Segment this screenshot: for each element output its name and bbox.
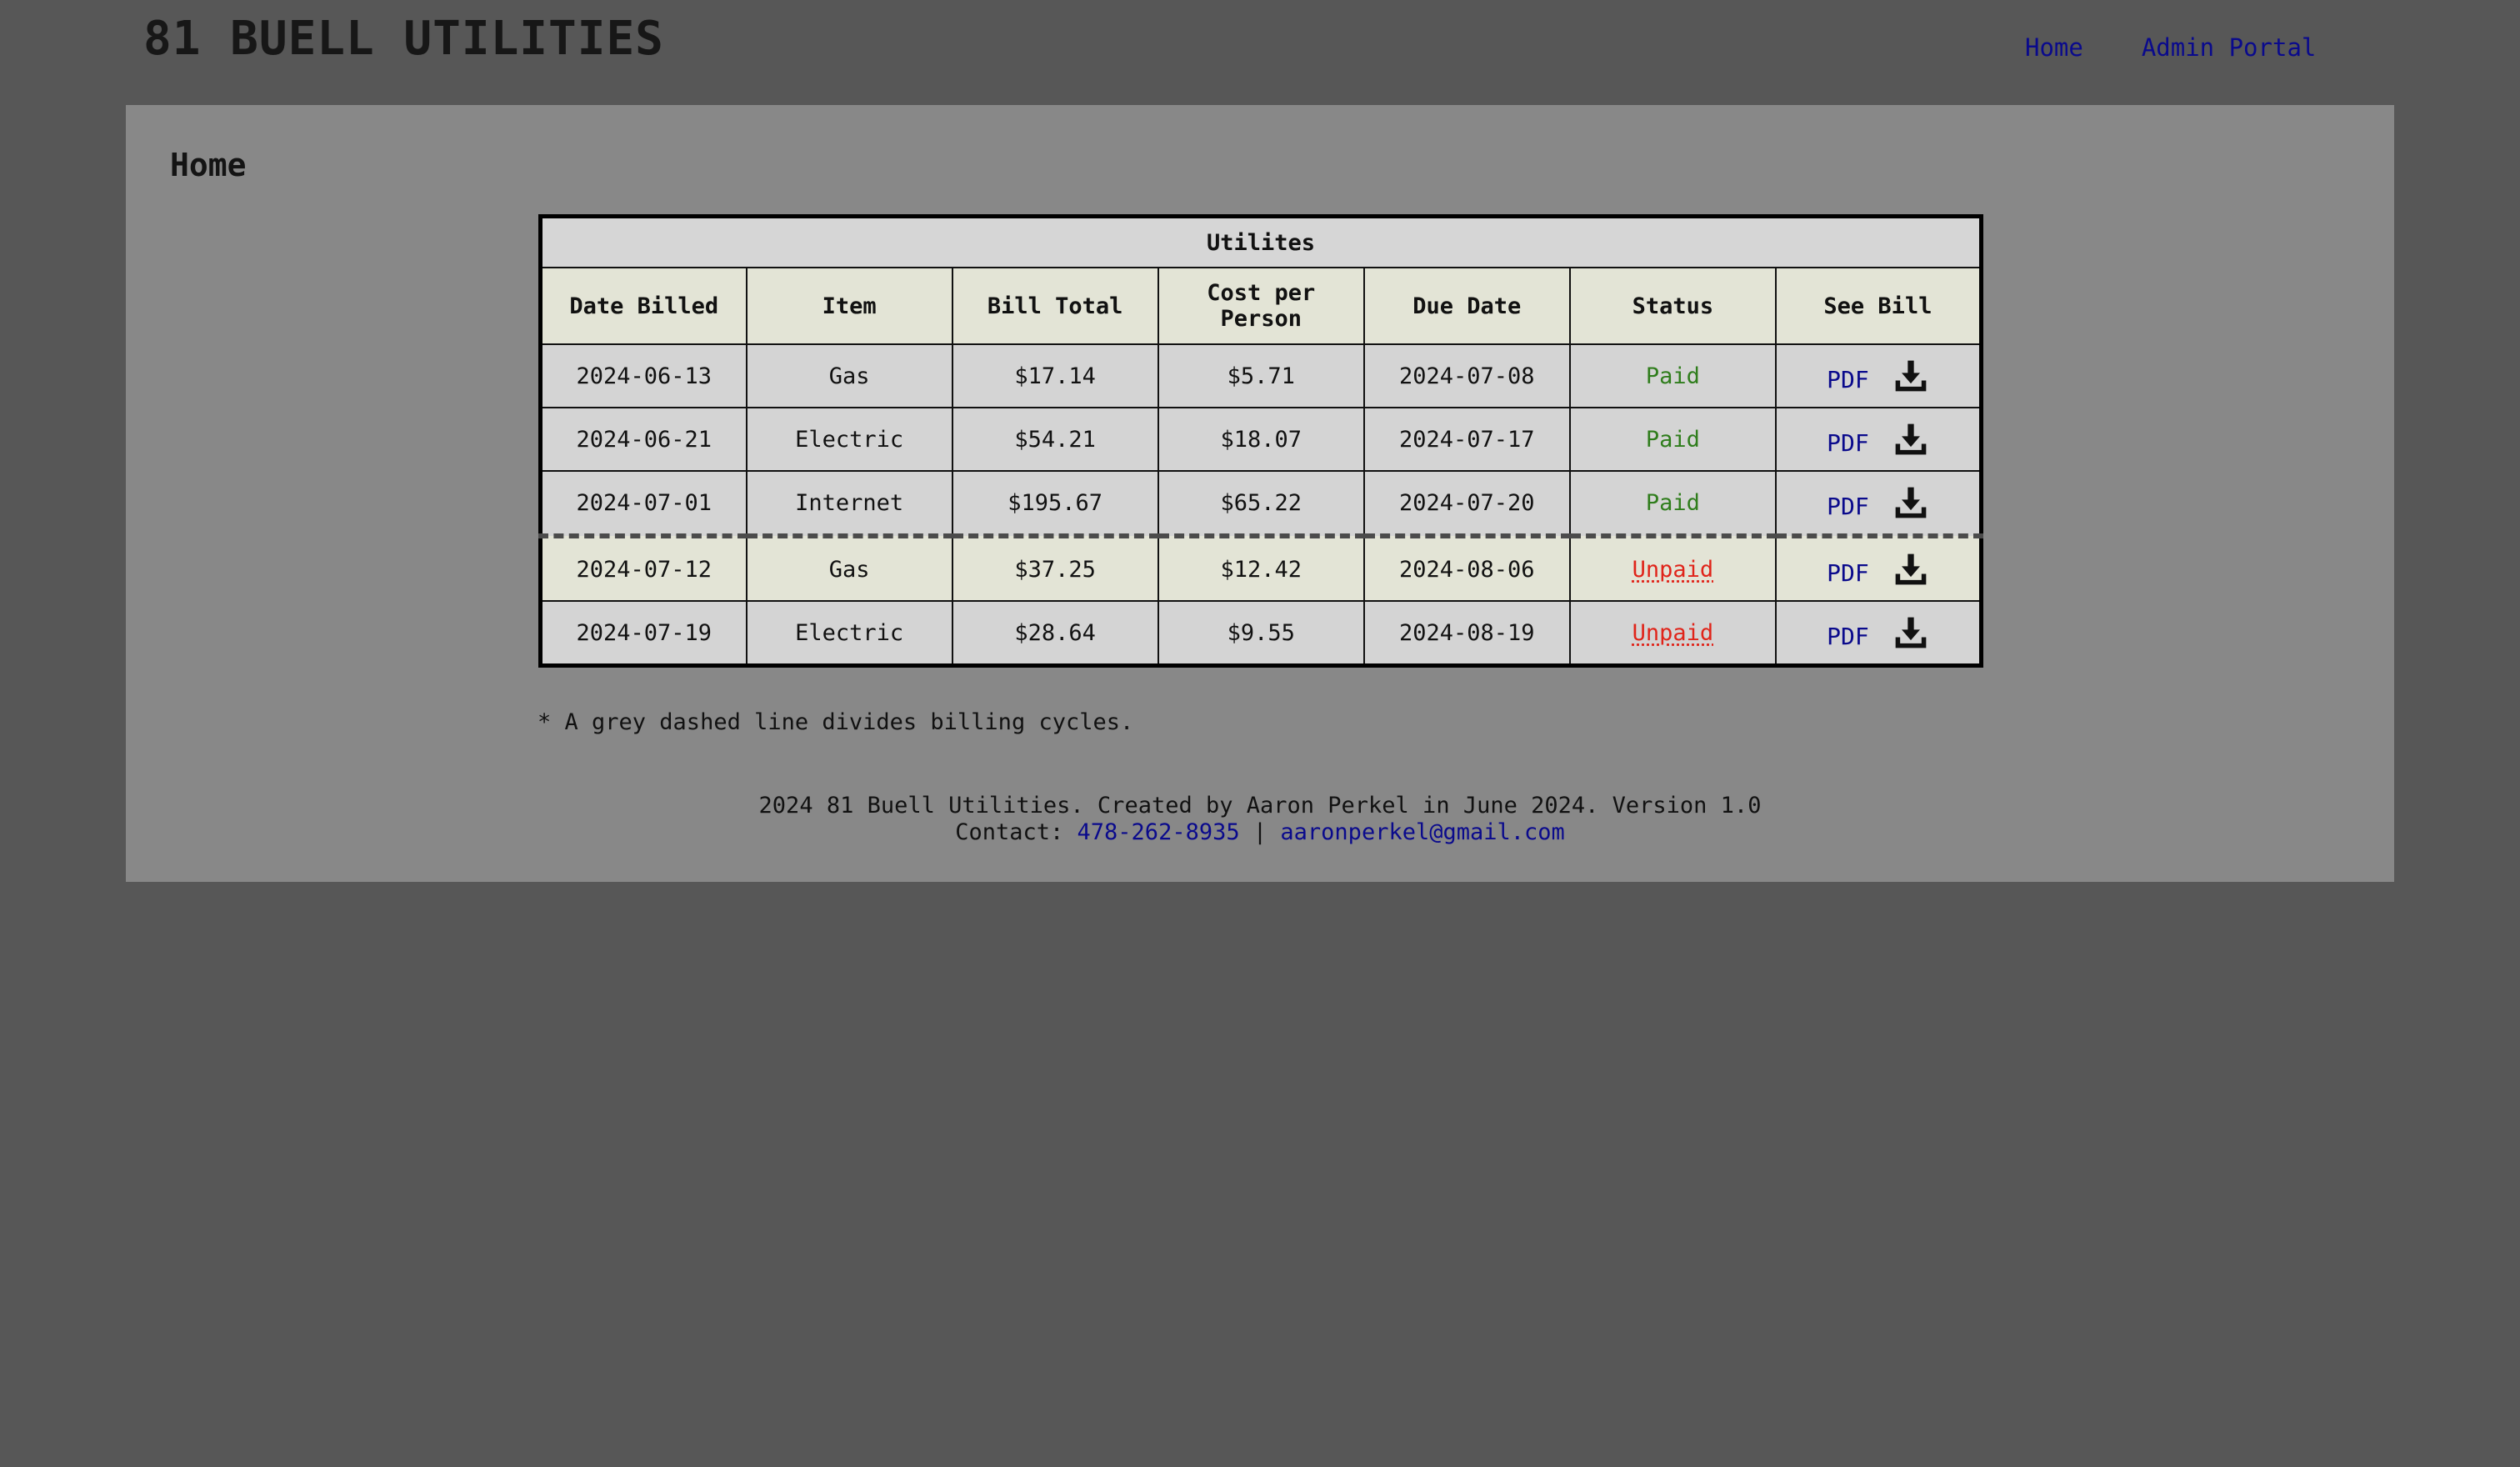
pdf-link[interactable]: PDF	[1827, 623, 1869, 650]
billing-cycle-footnote: * A grey dashed line divides billing cyc…	[538, 709, 1134, 735]
main-nav: Home Admin Portal	[2025, 33, 2316, 62]
due-date-cell: 2024-07-17	[1362, 407, 1571, 472]
bill-total-cell: $54.21	[951, 407, 1159, 472]
item-cell: Electric	[745, 407, 953, 472]
due-date-cell: 2024-08-19	[1362, 600, 1571, 667]
table-caption: Utilites	[539, 215, 1982, 268]
bill-total-cell: $37.25	[951, 533, 1159, 602]
see-bill-cell: PDF	[1774, 533, 1982, 602]
column-header-see-bill: See Bill	[1774, 267, 1982, 345]
date-billed-cell: 2024-07-12	[539, 533, 748, 602]
table-header-row: Date Billed Item Bill Total Cost per Per…	[539, 267, 1982, 345]
due-date-cell: 2024-07-20	[1362, 470, 1571, 537]
column-header-date-billed: Date Billed	[539, 267, 748, 345]
contact-separator: |	[1252, 819, 1268, 845]
cost-per-person-cell: $9.55	[1157, 600, 1365, 667]
unpaid-status: Unpaid	[1632, 619, 1714, 646]
cost-per-person-cell: $12.42	[1157, 533, 1365, 602]
status-cell: Paid	[1568, 407, 1777, 472]
status-cell: Paid	[1568, 343, 1777, 408]
status-cell: Unpaid	[1568, 533, 1777, 602]
phone-link[interactable]: 478-262-8935	[1078, 819, 1240, 845]
download-icon[interactable]	[1892, 358, 1929, 394]
column-header-bill-total: Bill Total	[951, 267, 1159, 345]
bill-total-cell: $17.14	[951, 343, 1159, 408]
bill-total-cell: $195.67	[951, 470, 1159, 537]
footer-contact: Contact: 478-262-8935 | aaronperkel@gmai…	[126, 819, 2394, 846]
pdf-link[interactable]: PDF	[1827, 493, 1869, 520]
nav-home-link[interactable]: Home	[2025, 33, 2083, 62]
item-cell: Electric	[745, 600, 953, 667]
due-date-cell: 2024-07-08	[1362, 343, 1571, 408]
footer: 2024 81 Buell Utilities. Created by Aaro…	[126, 793, 2394, 846]
main-panel: Home Utilites Date Billed Item Bill Tota…	[126, 105, 2394, 882]
status-cell: Paid	[1568, 470, 1777, 537]
pdf-link[interactable]: PDF	[1827, 429, 1869, 457]
due-date-cell: 2024-08-06	[1362, 533, 1571, 602]
utilities-table: Utilites Date Billed Item Bill Total Cos…	[538, 214, 1983, 668]
pdf-link[interactable]: PDF	[1827, 366, 1869, 393]
table-row: 2024-07-01 Internet $195.67 $65.22 2024-…	[539, 470, 1982, 537]
date-billed-cell: 2024-06-13	[539, 343, 748, 408]
item-cell: Internet	[745, 470, 953, 537]
table-row: 2024-06-21 Electric $54.21 $18.07 2024-0…	[539, 407, 1982, 472]
download-icon[interactable]	[1892, 551, 1929, 588]
nav-admin-portal-link[interactable]: Admin Portal	[2142, 33, 2317, 62]
site-title: 81 BUELL UTILITIES	[143, 12, 664, 66]
item-cell: Gas	[745, 533, 953, 602]
see-bill-cell: PDF	[1774, 470, 1982, 537]
contact-label: Contact:	[955, 819, 1064, 845]
footer-credits: 2024 81 Buell Utilities. Created by Aaro…	[758, 793, 1762, 819]
cost-per-person-cell: $5.71	[1157, 343, 1365, 408]
column-header-cost-per-person: Cost per Person	[1157, 267, 1365, 345]
unpaid-status: Unpaid	[1632, 556, 1714, 583]
table-row: 2024-07-19 Electric $28.64 $9.55 2024-08…	[539, 600, 1982, 667]
table-row: 2024-06-13 Gas $17.14 $5.71 2024-07-08 P…	[539, 343, 1982, 408]
download-icon[interactable]	[1892, 484, 1929, 521]
date-billed-cell: 2024-06-21	[539, 407, 748, 472]
download-icon[interactable]	[1892, 614, 1929, 651]
download-icon[interactable]	[1892, 421, 1929, 458]
date-billed-cell: 2024-07-19	[539, 600, 748, 667]
item-cell: Gas	[745, 343, 953, 408]
pdf-link[interactable]: PDF	[1827, 559, 1869, 587]
see-bill-cell: PDF	[1774, 407, 1982, 472]
status-cell: Unpaid	[1568, 600, 1777, 667]
column-header-status: Status	[1568, 267, 1777, 345]
see-bill-cell: PDF	[1774, 600, 1982, 667]
table-row: 2024-07-12 Gas $37.25 $12.42 2024-08-06 …	[539, 533, 1982, 602]
cost-per-person-cell: $18.07	[1157, 407, 1365, 472]
page-heading: Home	[170, 147, 247, 183]
date-billed-cell: 2024-07-01	[539, 470, 748, 537]
column-header-item: Item	[745, 267, 953, 345]
see-bill-cell: PDF	[1774, 343, 1982, 408]
column-header-due-date: Due Date	[1362, 267, 1571, 345]
cost-per-person-cell: $65.22	[1157, 470, 1365, 537]
email-link[interactable]: aaronperkel@gmail.com	[1280, 819, 1564, 845]
bill-total-cell: $28.64	[951, 600, 1159, 667]
